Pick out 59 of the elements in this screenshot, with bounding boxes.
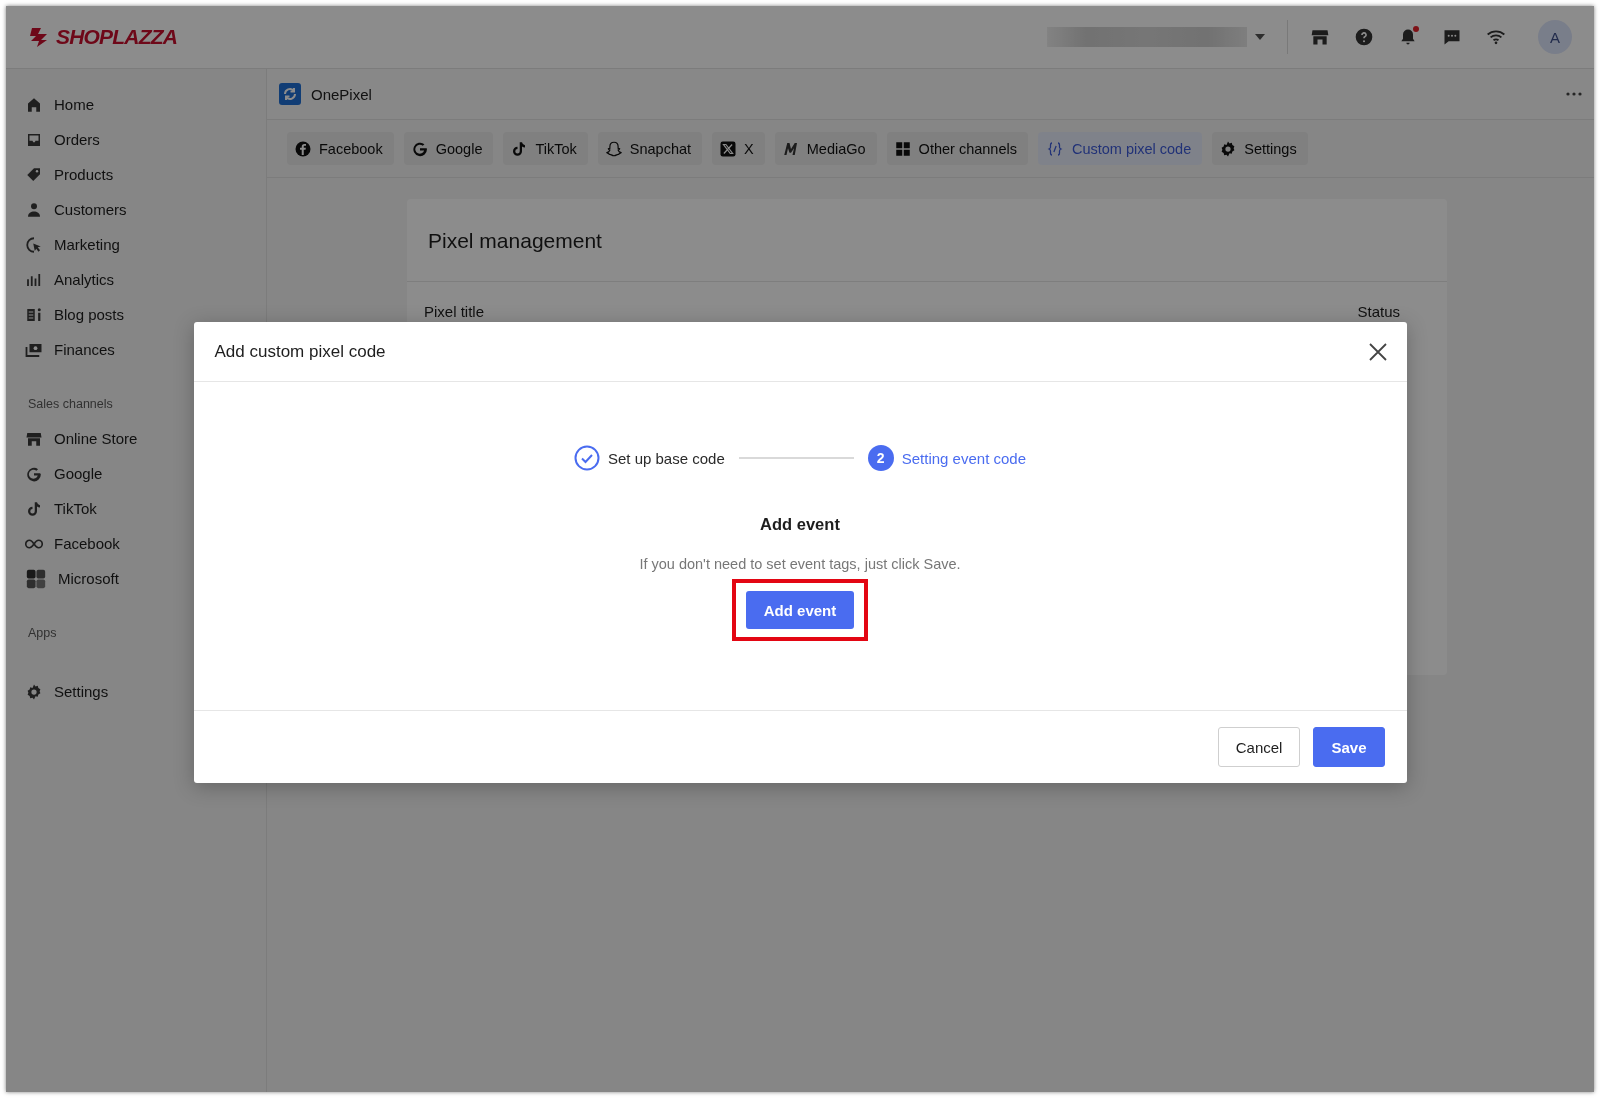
column-header: Status [1357, 303, 1400, 320]
close-icon[interactable] [1368, 342, 1387, 361]
caret-icon[interactable] [1255, 34, 1265, 40]
wifi-icon [1486, 27, 1506, 47]
channel-tab[interactable]: Settings [1212, 132, 1308, 165]
channel-tab[interactable]: MediaGo [774, 132, 877, 165]
add-event-button[interactable]: Add event [745, 591, 855, 629]
facebook-icon [294, 139, 312, 158]
sidebar-item[interactable]: Orders [6, 122, 266, 157]
step-label: Set up base code [608, 449, 725, 467]
sidebar-item[interactable]: Google [6, 456, 266, 491]
channel-tab[interactable]: Google [403, 132, 494, 165]
windows-icon [25, 567, 47, 590]
modal-title: Add custom pixel code [214, 341, 386, 362]
channel-tab[interactable]: Snapchat [597, 132, 703, 165]
sidebar-item[interactable]: Blog posts [6, 297, 266, 332]
help-icon[interactable] [1354, 27, 1374, 47]
channel-tab[interactable]: X [712, 132, 765, 165]
card-title: Pixel management [428, 229, 602, 252]
step-label: Setting event code [901, 449, 1026, 467]
section-heading: Sales channels [27, 396, 114, 413]
document-icon [25, 305, 43, 324]
channel-tab[interactable]: TikTok [503, 132, 588, 165]
sidebar-item[interactable]: Facebook [6, 526, 266, 561]
store-switcher[interactable] [1047, 27, 1247, 47]
tag-icon [25, 165, 43, 184]
tiktok-icon [25, 499, 43, 518]
section-heading: Add event [760, 515, 840, 534]
sidebar-item[interactable]: Analytics [6, 262, 266, 297]
sidebar-item[interactable]: Home [6, 87, 266, 122]
app-logo-icon [279, 83, 301, 105]
logo[interactable]: SHOPLAZZA [28, 25, 178, 49]
channel-tab[interactable]: Custom pixel code [1037, 132, 1203, 165]
step-number: 2 [867, 445, 894, 471]
section-heading: Apps [27, 625, 58, 642]
sidebar-item[interactable]: Microsoft [6, 561, 266, 596]
column-header: Pixel title [424, 303, 485, 320]
sidebar-item[interactable]: Settings [6, 674, 266, 709]
gear-icon [25, 682, 43, 701]
sidebar-item[interactable]: Customers [6, 192, 266, 227]
person-icon [25, 200, 43, 219]
hint-text: If you don't need to set event tags, just click Save. [639, 556, 961, 572]
app-title: OnePixel [311, 85, 373, 103]
save-button[interactable]: Save [1313, 727, 1385, 767]
x-logo-icon [719, 139, 738, 158]
chat-icon[interactable] [1442, 27, 1462, 47]
ghost-icon [604, 139, 623, 158]
more-icon[interactable] [1566, 92, 1582, 96]
cursor-icon [25, 235, 43, 254]
channel-tab[interactable]: Other channels [886, 132, 1028, 165]
avatar[interactable]: A [1538, 20, 1572, 54]
sidebar-item[interactable]: Products [6, 157, 266, 192]
sidebar-item[interactable]: Online Store [6, 421, 266, 456]
channel-tab[interactable]: Facebook [287, 132, 394, 165]
cancel-button[interactable]: Cancel [1217, 727, 1301, 767]
sidebar-item[interactable]: TikTok [6, 491, 266, 526]
sidebar-item[interactable]: Marketing [6, 227, 266, 262]
storefront-icon[interactable] [1310, 27, 1330, 47]
grid-icon [893, 139, 912, 158]
